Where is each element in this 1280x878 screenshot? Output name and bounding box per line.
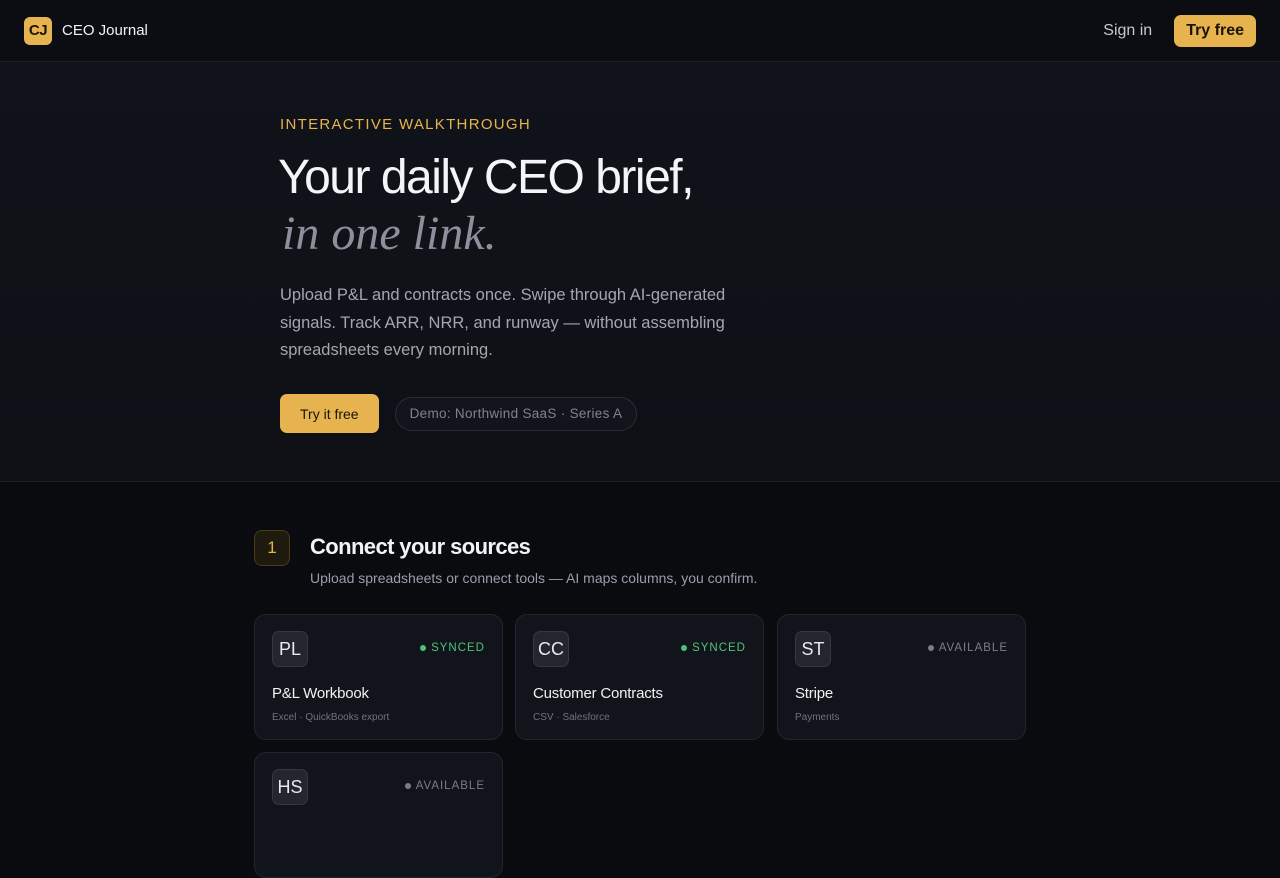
- nav-actions: Sign in Try free: [1103, 14, 1256, 47]
- status-label: AVAILABLE: [415, 780, 485, 792]
- stripe-icon: ST: [795, 631, 831, 667]
- hero-description: Upload P&L and contracts once. Swipe thr…: [280, 286, 726, 359]
- status-label: AVAILABLE: [938, 642, 1008, 654]
- status-dot-icon: [681, 645, 688, 651]
- try-it-free-button[interactable]: Try it free: [280, 394, 379, 433]
- try-free-button[interactable]: Try free: [1174, 14, 1256, 47]
- demo-badge: Demo: Northwind SaaS · Series A: [394, 396, 638, 431]
- hero-headline-italic: in one link.: [282, 207, 497, 260]
- step-subtitle: Upload spreadsheets or connect tools — A…: [310, 570, 758, 586]
- source-card-stripe[interactable]: ST AVAILABLE Stripe Payments: [777, 614, 1026, 740]
- status-badge: AVAILABLE: [927, 642, 1008, 654]
- card-title: Stripe: [795, 685, 833, 702]
- card-meta: Payments: [795, 712, 840, 723]
- hero-actions: Try it free Demo: Northwind SaaS · Serie…: [280, 394, 638, 433]
- status-badge: AVAILABLE: [404, 780, 485, 792]
- hero-eyebrow: INTERACTIVE WALKTHROUGH: [280, 116, 532, 133]
- logo-icon: CJ: [24, 16, 52, 45]
- hero-headline: Your daily CEO brief,: [278, 151, 694, 204]
- card-title: Customer Contracts: [533, 685, 663, 702]
- status-dot-icon: [404, 783, 411, 789]
- status-dot-icon: [927, 645, 934, 651]
- status-label: SYNCED: [692, 642, 746, 654]
- hero-section: INTERACTIVE WALKTHROUGH Your daily CEO b…: [0, 62, 1280, 482]
- step-number-badge: 1: [254, 530, 290, 566]
- card-meta: CSV · Salesforce: [533, 712, 610, 723]
- source-card-pl-workbook[interactable]: PL SYNCED P&L Workbook Excel · QuickBook…: [254, 614, 503, 740]
- status-badge: SYNCED: [681, 642, 746, 654]
- card-title: P&L Workbook: [272, 685, 369, 702]
- source-card-customer-contracts[interactable]: CC SYNCED Customer Contracts CSV · Sales…: [515, 614, 764, 740]
- card-meta: Excel · QuickBooks export: [272, 712, 390, 723]
- brand[interactable]: CJ CEO Journal: [24, 16, 148, 45]
- status-badge: SYNCED: [420, 642, 485, 654]
- sign-in-link[interactable]: Sign in: [1103, 22, 1152, 40]
- pl-workbook-icon: PL: [272, 631, 308, 667]
- status-label: SYNCED: [431, 642, 485, 654]
- status-dot-icon: [420, 645, 427, 651]
- source-card-hubspot[interactable]: HS AVAILABLE: [254, 752, 503, 878]
- step-title: Connect your sources: [310, 534, 531, 559]
- customer-contracts-icon: CC: [533, 631, 569, 667]
- brand-name: CEO Journal: [62, 22, 148, 39]
- top-navbar: CJ CEO Journal Sign in Try free: [0, 0, 1280, 62]
